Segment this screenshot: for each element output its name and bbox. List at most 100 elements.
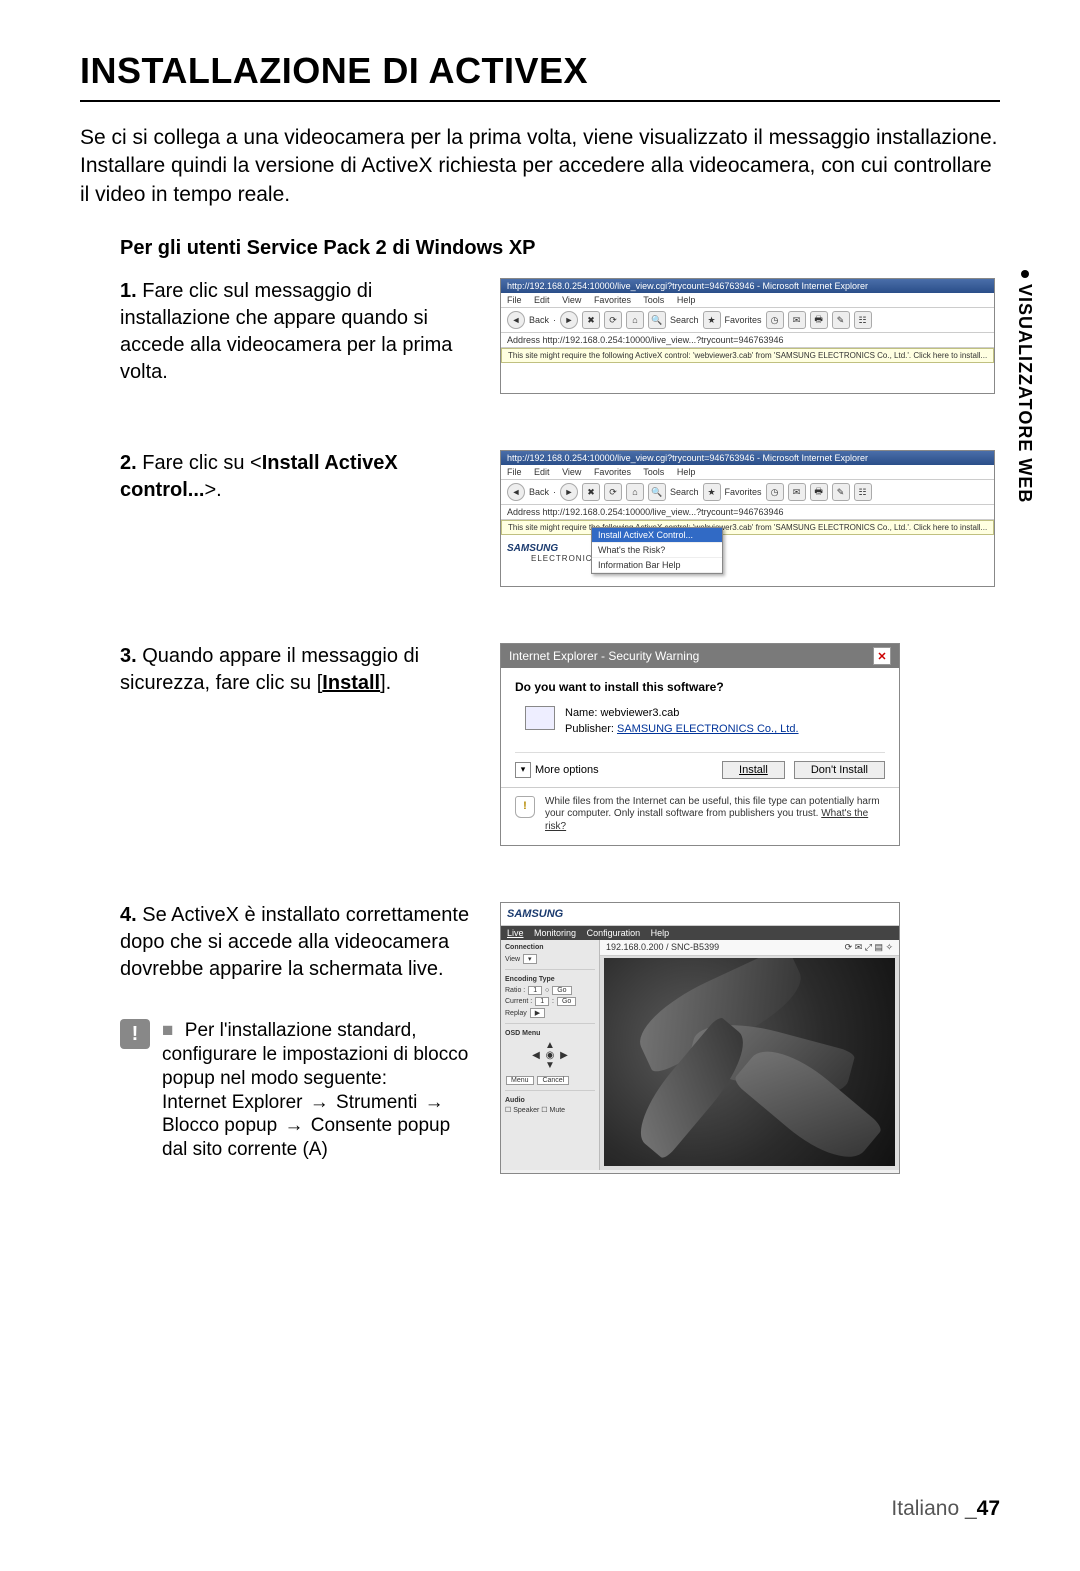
menu-view-2[interactable]: View xyxy=(562,467,581,477)
mail-icon-2[interactable]: ✉ xyxy=(788,483,806,501)
print-icon-2[interactable]: 🖶 xyxy=(810,483,828,501)
favorites-label-2[interactable]: Favorites xyxy=(725,487,762,497)
menu-help[interactable]: Help xyxy=(677,295,696,305)
address-url[interactable]: http://192.168.0.254:10000/live_view...?… xyxy=(543,335,784,345)
ratio-select[interactable]: 1 xyxy=(528,986,542,995)
replay-button[interactable]: ▶ xyxy=(530,1008,545,1018)
search-icon[interactable]: 🔍 xyxy=(648,311,666,329)
back-label[interactable]: Back xyxy=(529,315,549,325)
more-options[interactable]: ▾ More options xyxy=(515,762,599,778)
history-icon[interactable]: ◷ xyxy=(766,311,784,329)
context-menu: Install ActiveX Control... What's the Ri… xyxy=(591,527,723,574)
back-icon[interactable]: ◄ xyxy=(507,311,525,329)
search-label-2[interactable]: Search xyxy=(670,487,699,497)
osd-left-icon[interactable]: ◀ xyxy=(529,1051,543,1061)
menu-edit-2[interactable]: Edit xyxy=(534,467,550,477)
chevron-down-icon[interactable]: ▾ xyxy=(515,762,531,778)
menu-file-2[interactable]: File xyxy=(507,467,522,477)
fwd-icon[interactable]: ► xyxy=(560,311,578,329)
note-path-1: Internet Explorer xyxy=(162,1092,302,1113)
ie-infobar-1[interactable]: This site might require the following Ac… xyxy=(501,348,994,363)
tab-monitor[interactable]: Monitoring xyxy=(534,928,576,938)
osd-pad: ▲ ◀ ◉ ▶ ▼ xyxy=(525,1041,575,1071)
step-3-bold: Install xyxy=(322,672,380,694)
ctx-install[interactable]: Install ActiveX Control... xyxy=(592,528,722,543)
osd-right-icon[interactable]: ▶ xyxy=(557,1051,571,1061)
discuss-icon-2[interactable]: ☷ xyxy=(854,483,872,501)
osd-down-icon[interactable]: ▼ xyxy=(543,1061,557,1071)
page-footer: Italiano _47 xyxy=(891,1497,1000,1521)
menu-fav[interactable]: Favorites xyxy=(594,295,631,305)
menu-view[interactable]: View xyxy=(562,295,581,305)
cancel-button[interactable]: Cancel xyxy=(537,1076,569,1085)
menu-file[interactable]: File xyxy=(507,295,522,305)
speaker-label[interactable]: Speaker xyxy=(513,1107,539,1114)
favorites-icon[interactable]: ★ xyxy=(703,311,721,329)
live-top-icons[interactable]: ⟳ ✉ ⤢ ▤ ✧ xyxy=(845,942,893,953)
step-4-row: 4. Se ActiveX è installato correttamente… xyxy=(80,902,1000,1174)
tab-help[interactable]: Help xyxy=(651,928,670,938)
stop-icon-2[interactable]: ✖ xyxy=(582,483,600,501)
discuss-icon[interactable]: ☷ xyxy=(854,311,872,329)
history-icon-2[interactable]: ◷ xyxy=(766,483,784,501)
step-4-number: 4. xyxy=(120,904,137,926)
mail-icon[interactable]: ✉ xyxy=(788,311,806,329)
search-icon-2[interactable]: 🔍 xyxy=(648,483,666,501)
mute-label[interactable]: Mute xyxy=(549,1107,565,1114)
ie-address-2: Address http://192.168.0.254:10000/live_… xyxy=(501,505,994,520)
arrow-icon-2: → xyxy=(425,1092,444,1113)
ie-toolbar-1: ◄ Back · ► ✖ ⟳ ⌂ 🔍 Search ★ Favorites ◷ … xyxy=(501,308,994,333)
step-3-number: 3. xyxy=(120,645,137,667)
live-tabs: Live Monitoring Configuration Help xyxy=(501,926,899,940)
ctx-risk[interactable]: What's the Risk? xyxy=(592,543,722,558)
back-icon-2[interactable]: ◄ xyxy=(507,483,525,501)
close-icon[interactable]: ✕ xyxy=(873,647,891,665)
tab-live[interactable]: Live xyxy=(507,928,524,938)
figure-3: Internet Explorer - Security Warning ✕ D… xyxy=(500,643,900,846)
menu-fav-2[interactable]: Favorites xyxy=(594,467,631,477)
fwd-icon-2[interactable]: ► xyxy=(560,483,578,501)
refresh-icon-2[interactable]: ⟳ xyxy=(604,483,622,501)
print-icon[interactable]: 🖶 xyxy=(810,311,828,329)
ie-infobar-2[interactable]: This site might require the following Ac… xyxy=(501,520,994,535)
name-value: webviewer3.cab xyxy=(600,707,679,719)
tab-config[interactable]: Configuration xyxy=(587,928,641,938)
view-select[interactable]: ▾ xyxy=(523,954,537,964)
footer-lang: Italiano _ xyxy=(891,1497,976,1520)
favorites-icon-2[interactable]: ★ xyxy=(703,483,721,501)
edit-icon-2[interactable]: ✎ xyxy=(832,483,850,501)
search-label[interactable]: Search xyxy=(670,315,699,325)
live-ip: 192.168.0.200 / SNC-B5399 xyxy=(606,942,719,953)
samsung-logo: SAMSUNG xyxy=(507,543,994,554)
step-1-text: 1. Fare clic sul messaggio di installazi… xyxy=(80,278,480,386)
stop-icon[interactable]: ✖ xyxy=(582,311,600,329)
menu-help-2[interactable]: Help xyxy=(677,467,696,477)
favorites-label[interactable]: Favorites xyxy=(725,315,762,325)
publisher-link[interactable]: SAMSUNG ELECTRONICS Co., Ltd. xyxy=(617,723,799,735)
cur-go-button[interactable]: Go xyxy=(557,997,576,1006)
side-conn-title: Connection xyxy=(505,944,595,951)
live-brand: SAMSUNG xyxy=(501,903,899,926)
current-select[interactable]: 1 xyxy=(535,997,549,1006)
back-label-2[interactable]: Back xyxy=(529,487,549,497)
menu-tools-2[interactable]: Tools xyxy=(643,467,664,477)
camera-image xyxy=(604,958,895,1166)
edit-icon[interactable]: ✎ xyxy=(832,311,850,329)
go-button[interactable]: Go xyxy=(552,986,571,995)
home-icon-2[interactable]: ⌂ xyxy=(626,483,644,501)
ctx-infobar[interactable]: Information Bar Help xyxy=(592,558,722,573)
dont-install-button[interactable]: Don't Install xyxy=(794,761,885,779)
security-dialog: Internet Explorer - Security Warning ✕ D… xyxy=(500,643,900,846)
arrow-icon-1: → xyxy=(310,1092,329,1113)
sep: · xyxy=(553,315,556,325)
install-button[interactable]: Install xyxy=(722,761,785,779)
step-4-col: 4. Se ActiveX è installato correttamente… xyxy=(80,902,480,1162)
menu-edit[interactable]: Edit xyxy=(534,295,550,305)
home-icon[interactable]: ⌂ xyxy=(626,311,644,329)
address-url-2[interactable]: http://192.168.0.254:10000/live_view...?… xyxy=(543,507,784,517)
step-1-body: Fare clic sul messaggio di installazione… xyxy=(120,280,452,383)
side-tab-label: VISUALIZZATORE WEB xyxy=(1014,284,1035,503)
refresh-icon[interactable]: ⟳ xyxy=(604,311,622,329)
menu-tools[interactable]: Tools xyxy=(643,295,664,305)
menu-button[interactable]: Menu xyxy=(506,1076,534,1085)
